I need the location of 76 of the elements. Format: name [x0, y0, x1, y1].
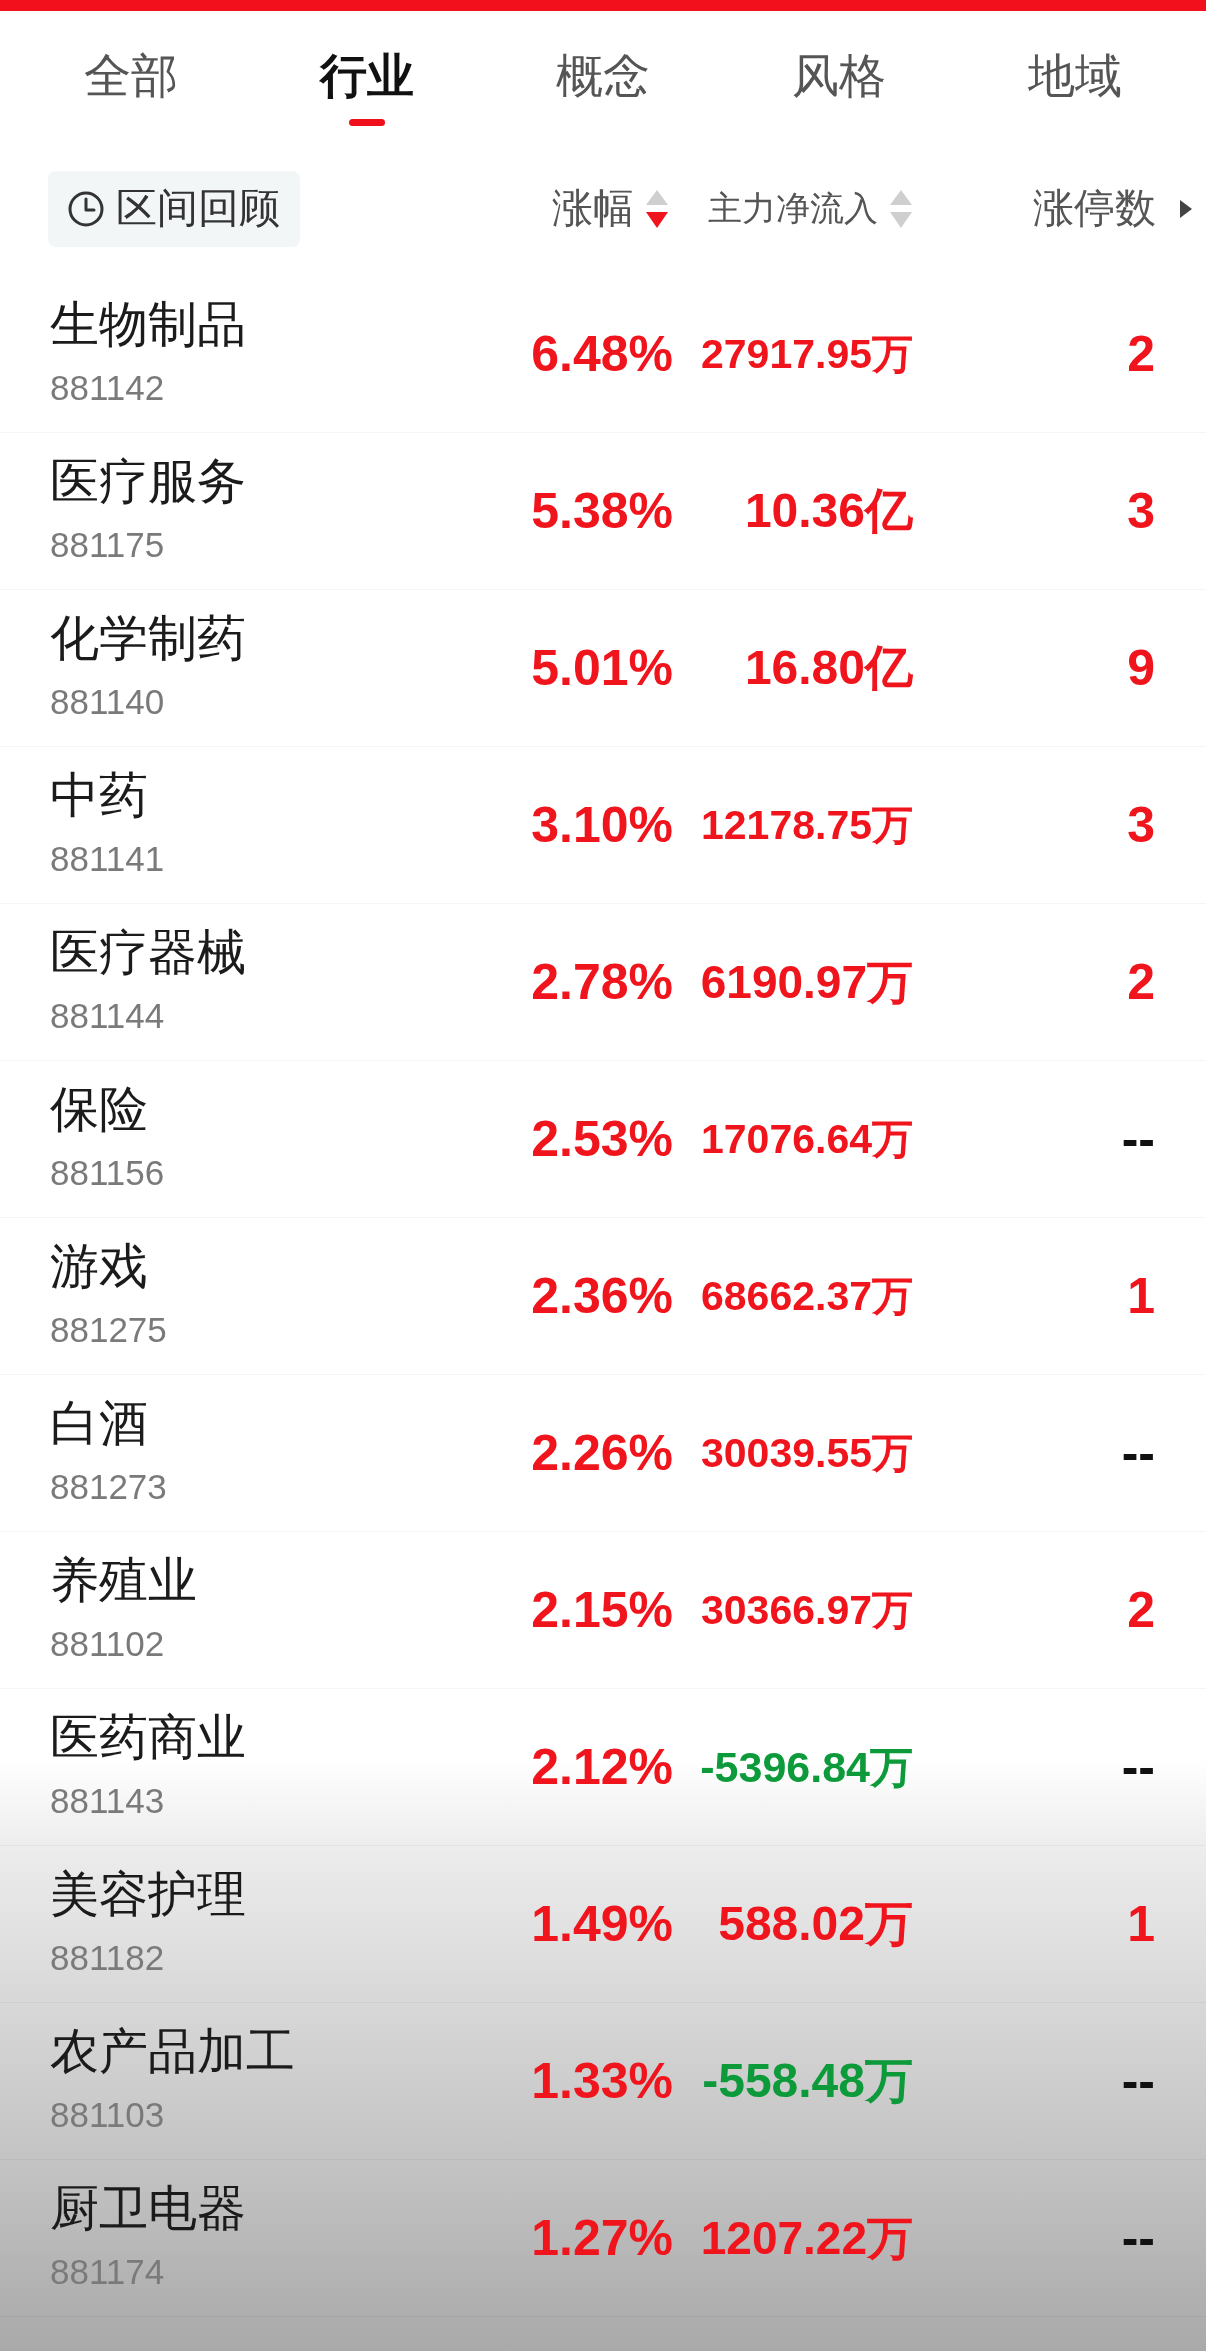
- limit-up-count: 1: [1127, 1267, 1155, 1326]
- clock-icon: [68, 190, 104, 227]
- column-header[interactable]: 涨停数: [1033, 181, 1192, 236]
- change-percent: 1.49%: [531, 1895, 673, 1954]
- change-percent: 5.38%: [531, 482, 673, 541]
- net-inflow: 10.36亿: [744, 483, 913, 539]
- net-inflow: 6190.97万: [700, 955, 913, 1010]
- net-inflow: 68662.37万: [701, 1272, 913, 1321]
- limit-up-count: 3: [1127, 482, 1155, 541]
- change-percent: 2.53%: [531, 1110, 673, 1169]
- tab[interactable]: 全部: [13, 11, 249, 141]
- tab[interactable]: 概念: [485, 11, 721, 141]
- limit-up-count: 2: [1127, 953, 1155, 1012]
- sector-name: 白酒: [50, 1395, 148, 1452]
- change-percent: 2.78%: [531, 953, 673, 1012]
- sector-code: 881140: [50, 681, 165, 723]
- sector-code: 881143: [50, 1780, 165, 1822]
- net-inflow: 30039.55万: [701, 1429, 913, 1478]
- sector-code: 881141: [50, 838, 165, 880]
- change-percent: 3.10%: [531, 796, 673, 855]
- net-inflow: 1207.22万: [700, 2211, 913, 2266]
- limit-up-count: --: [1121, 2209, 1155, 2268]
- net-inflow: -558.48万: [702, 2053, 913, 2109]
- sector-name: 生物制品: [50, 296, 246, 353]
- change-percent: 6.48%: [531, 325, 673, 384]
- limit-up-count: 3: [1127, 796, 1155, 855]
- sector-code: 881144: [50, 995, 165, 1037]
- sector-name: 养殖业: [50, 1552, 197, 1609]
- column-header[interactable]: 涨幅: [552, 181, 668, 236]
- column-header[interactable]: 主力净流入: [708, 185, 912, 232]
- sector-name: 医疗器械: [50, 924, 246, 981]
- sector-name: 医疗服务: [50, 453, 246, 510]
- sector-name: 游戏: [50, 1238, 148, 1295]
- sector-name: 农产品加工: [50, 2023, 295, 2080]
- sector-name: 美容护理: [50, 1866, 246, 1923]
- net-inflow: -5396.84万: [700, 1742, 913, 1793]
- caret-icon: [1180, 199, 1192, 218]
- change-percent: 2.26%: [531, 1424, 673, 1483]
- sector-code: 881273: [50, 1466, 167, 1508]
- change-percent: 2.36%: [531, 1267, 673, 1326]
- net-inflow: 588.02万: [718, 1896, 913, 1952]
- sector-code: 881174: [50, 2251, 165, 2293]
- net-inflow: 12178.75万: [701, 801, 913, 850]
- sector-code: 881142: [50, 367, 165, 409]
- net-inflow: 27917.95万: [701, 330, 913, 379]
- net-inflow: 16.80亿: [744, 640, 913, 696]
- sector-name: 医药商业: [50, 1709, 246, 1766]
- change-percent: 2.12%: [531, 1738, 673, 1797]
- change-percent: 1.33%: [531, 2052, 673, 2111]
- limit-up-count: 2: [1127, 1581, 1155, 1640]
- sector-code: 881175: [50, 524, 165, 566]
- change-percent: 5.01%: [531, 639, 673, 698]
- limit-up-count: --: [1121, 1424, 1155, 1483]
- tab[interactable]: 风格: [721, 11, 957, 141]
- limit-up-count: 1: [1127, 1895, 1155, 1954]
- sector-code: 881102: [50, 1623, 165, 1665]
- sector-code: 881103: [50, 2094, 165, 2136]
- net-inflow: 17076.64万: [701, 1115, 913, 1164]
- change-percent: 1.27%: [531, 2209, 673, 2268]
- limit-up-count: --: [1121, 2052, 1155, 2111]
- tab[interactable]: 地域: [957, 11, 1193, 141]
- sector-code: 881182: [50, 1937, 165, 1979]
- sector-name: 中药: [50, 767, 148, 824]
- limit-up-count: 2: [1127, 325, 1155, 384]
- sector-name: 化学制药: [50, 610, 246, 667]
- limit-up-count: --: [1121, 1110, 1155, 1169]
- tab[interactable]: 行业: [249, 11, 485, 141]
- limit-up-count: 9: [1127, 639, 1155, 698]
- sector-name: 厨卫电器: [50, 2180, 246, 2237]
- net-inflow: 30366.97万: [701, 1586, 913, 1635]
- sector-code: 881156: [50, 1152, 165, 1194]
- change-percent: 2.15%: [531, 1581, 673, 1640]
- interval-review-button[interactable]: 区间回顾: [48, 170, 300, 247]
- limit-up-count: --: [1121, 1738, 1155, 1797]
- sector-code: 881275: [50, 1309, 167, 1351]
- sector-name: 保险: [50, 1081, 148, 1138]
